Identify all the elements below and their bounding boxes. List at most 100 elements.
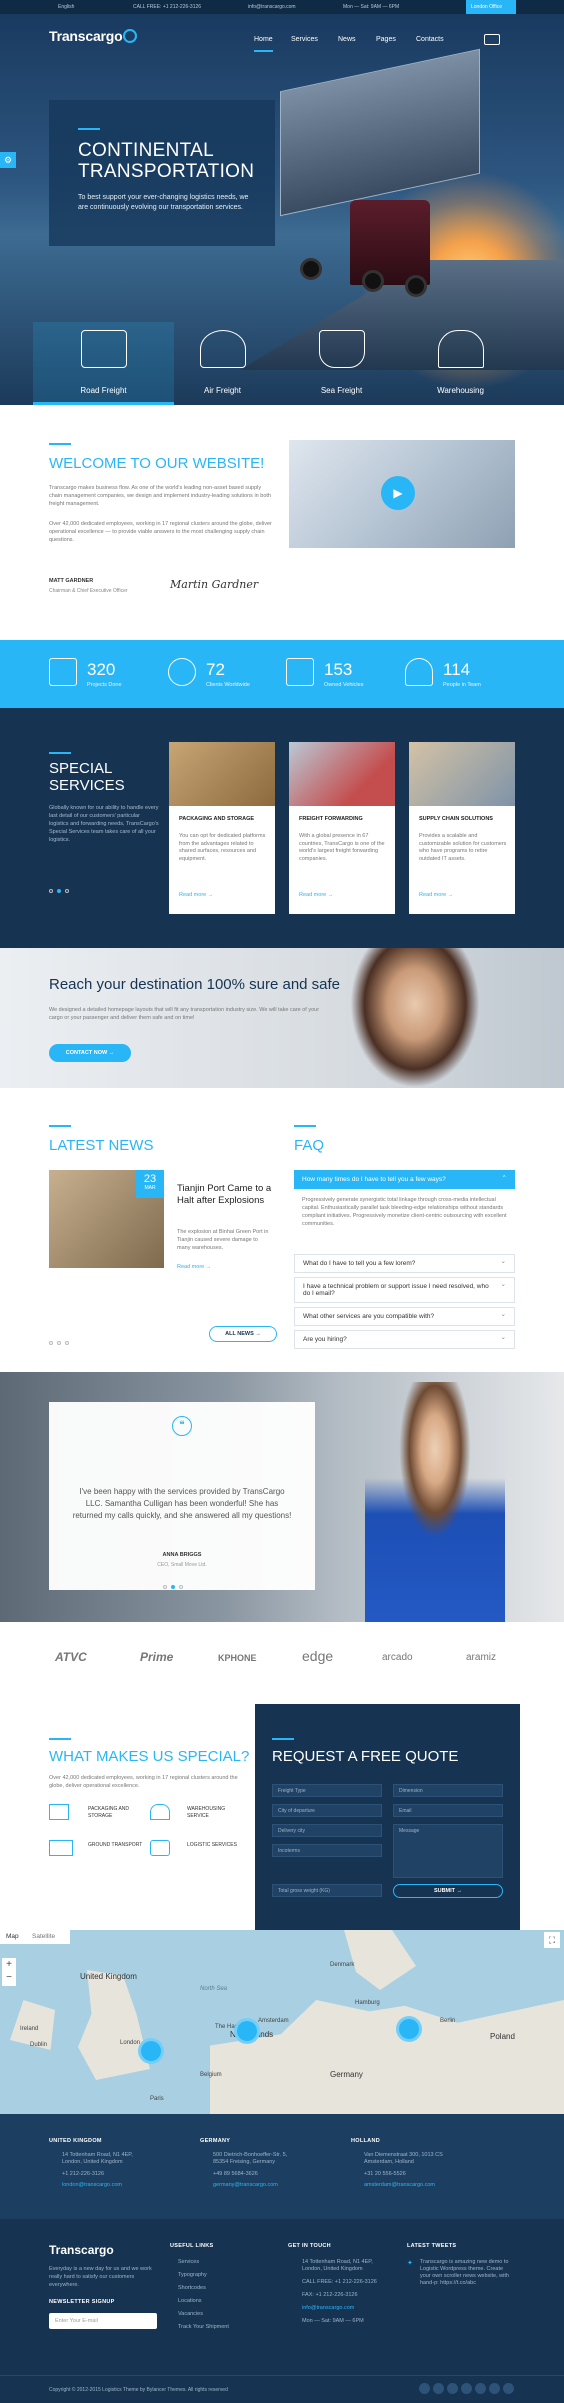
logo[interactable]: Transcargo [49,28,138,44]
facebook-icon[interactable] [419,2383,430,2394]
logo-edge[interactable]: edge [302,1648,333,1664]
testimonial-name: ANNA BRIGGS [162,1552,202,1558]
map-label: Ireland [20,2026,39,2032]
tab-warehousing[interactable]: Warehousing [390,322,531,405]
faq-item[interactable]: What do I have to tell you a few lorem? [294,1254,515,1273]
newsletter-heading: NEWSLETTER SIGNUP [49,2299,115,2305]
logo-kphone[interactable]: KPHONE [218,1653,257,1663]
footer-link[interactable]: Typography [178,2272,207,2278]
incoterms-select[interactable]: Incoterms [272,1844,382,1857]
rss-icon[interactable] [503,2383,514,2394]
office-email[interactable]: london@transcargo.com [62,2182,122,2188]
map-pin-icon[interactable] [138,2038,164,2064]
play-icon[interactable]: ▶ [381,476,415,510]
faq-title: FAQ [294,1137,325,1154]
map-type-toggle[interactable]: Map Satellite [0,1930,70,1944]
quote-form: REQUEST A FREE QUOTE Freight Type City o… [255,1704,520,1930]
news-dots[interactable] [49,1332,73,1350]
footer-hours: Mon — Sat: 9AM — 6PM [302,2318,364,2324]
logo-aramiz[interactable]: aramiz [466,1652,496,1663]
nav-home[interactable]: Home [254,36,273,52]
welcome-title: WELCOME TO OUR WEBSITE! [49,455,265,472]
carousel-dots[interactable] [49,880,73,898]
map-label: Belgium [200,2072,222,2078]
office-email[interactable]: amsterdam@transcargo.com [364,2182,435,2188]
freight-type-select[interactable]: Freight Type [272,1784,382,1797]
stats-band: 320 Projects Done 72 Clients Worldwide 153… [0,640,564,708]
topbar-phone: CALL FREE: +1 212-226-3126 [133,4,202,10]
read-more-link[interactable]: Read more → [419,892,453,898]
truck-icon [286,658,314,686]
email-field[interactable]: Email [393,1804,503,1817]
nav-contacts[interactable]: Contacts [416,36,444,43]
all-news-button[interactable]: ALL NEWS → [209,1326,277,1342]
satellite-tab[interactable]: Satellite [32,1933,55,1940]
latest-tweets-heading: LATEST TWEETS [407,2243,457,2249]
twitter-icon[interactable] [433,2383,444,2394]
map-icon[interactable] [484,34,500,45]
nav-news[interactable]: News [338,36,356,43]
testimonial-role: CEO, Small Move Ltd. [157,1562,207,1568]
service-card[interactable]: SUPPLY CHAIN SOLUTIONS Provides a scalabl… [409,742,515,914]
footer-link[interactable]: Services [178,2259,199,2265]
logo-prime[interactable]: Prime [140,1650,173,1664]
welcome-paragraph-2: Over 42,000 dedicated employees, working… [49,521,272,543]
service-card[interactable]: FREIGHT FORWARDING With a global presence… [289,742,395,914]
news-read-more[interactable]: Read more → [177,1264,211,1270]
map-tab[interactable]: Map [6,1933,19,1940]
delivery-city-field[interactable]: Delivery city [272,1824,382,1837]
submit-button[interactable]: SUBMIT → [393,1884,503,1898]
newsletter-email-input[interactable]: Enter Your E-mail [49,2313,157,2329]
read-more-link[interactable]: Read more → [299,892,333,898]
faq-item[interactable]: What other services are you compatible w… [294,1307,515,1326]
office-email[interactable]: germany@transcargo.com [213,2182,278,2188]
welcome-paragraph-1: Transcargo makes business flow. As one o… [49,485,271,507]
map-label: Poland [490,2032,515,2041]
map-pin-icon[interactable] [396,2016,422,2042]
google-plus-icon[interactable] [447,2383,458,2394]
news-date: 23 MAR [136,1170,164,1198]
news-headline[interactable]: Tianjin Port Came to a Halt after Explos… [177,1183,272,1207]
footer-link[interactable]: Shortcodes [178,2285,206,2291]
chevron-up-icon: ⌃ [501,1175,507,1182]
weight-field[interactable]: Total gross weight (KG) [272,1884,382,1897]
footer-email[interactable]: info@transcargo.com [302,2305,354,2311]
footer-link[interactable]: Vacancies [178,2311,203,2317]
nav-pages[interactable]: Pages [376,36,396,43]
testimonial-dots[interactable] [163,1576,187,1594]
service-card[interactable]: PACKAGING AND STORAGE You can opt for ded… [169,742,275,914]
logo-atvc[interactable]: ATVC [55,1650,87,1664]
tweet-text: Transcargo is amazing new demo to Logist… [420,2259,509,2286]
footer-link[interactable]: Track Your Shipment [178,2324,229,2330]
footer: Transcargo Everyday is a new day for us … [0,2219,564,2403]
topbar-email[interactable]: info@transcargo.com [248,4,296,10]
nav-services[interactable]: Services [291,36,318,43]
departure-city-field[interactable]: City of departure [272,1804,382,1817]
dimension-field[interactable]: Dimension [393,1784,503,1797]
youtube-icon[interactable] [475,2383,486,2394]
language-select[interactable]: English [58,4,74,10]
map-pin-icon[interactable] [234,2018,260,2044]
logo-arcado[interactable]: arcado [382,1652,413,1663]
office-selector[interactable]: London Office [466,0,516,14]
read-more-link[interactable]: Read more → [179,892,213,898]
faq-item-active[interactable]: How many times do I have to tell you a f… [294,1170,515,1189]
map[interactable]: Map Satellite ⛶ + − United Kingdom Ireland… [0,1930,564,2114]
faq-item[interactable]: Are you hiring? [294,1330,515,1349]
linkedin-icon[interactable] [461,2383,472,2394]
faq-item[interactable]: I have a technical problem or support is… [294,1277,515,1303]
instagram-icon[interactable] [489,2383,500,2394]
document-icon [49,658,77,686]
support-agent-photo [350,948,480,1088]
partner-logos: ATVC Prime KPHONE edge arcado aramiz [0,1622,564,1704]
fullscreen-icon[interactable]: ⛶ [544,1932,560,1948]
message-field[interactable]: Message [393,1824,503,1878]
contact-now-button[interactable]: CONTACT NOW → [49,1044,131,1062]
footer-logo[interactable]: Transcargo [49,2243,114,2257]
footer-phone: CALL FREE: +1 212-226-3126 [302,2279,377,2285]
map-label: Dublin [30,2042,48,2048]
footer-link[interactable]: Locations [178,2298,202,2304]
settings-icon[interactable]: ⚙ [0,152,16,168]
zoom-controls[interactable]: + − [2,1958,16,1986]
ceo-role: Chairman & Chief Executive Officer [49,588,128,594]
